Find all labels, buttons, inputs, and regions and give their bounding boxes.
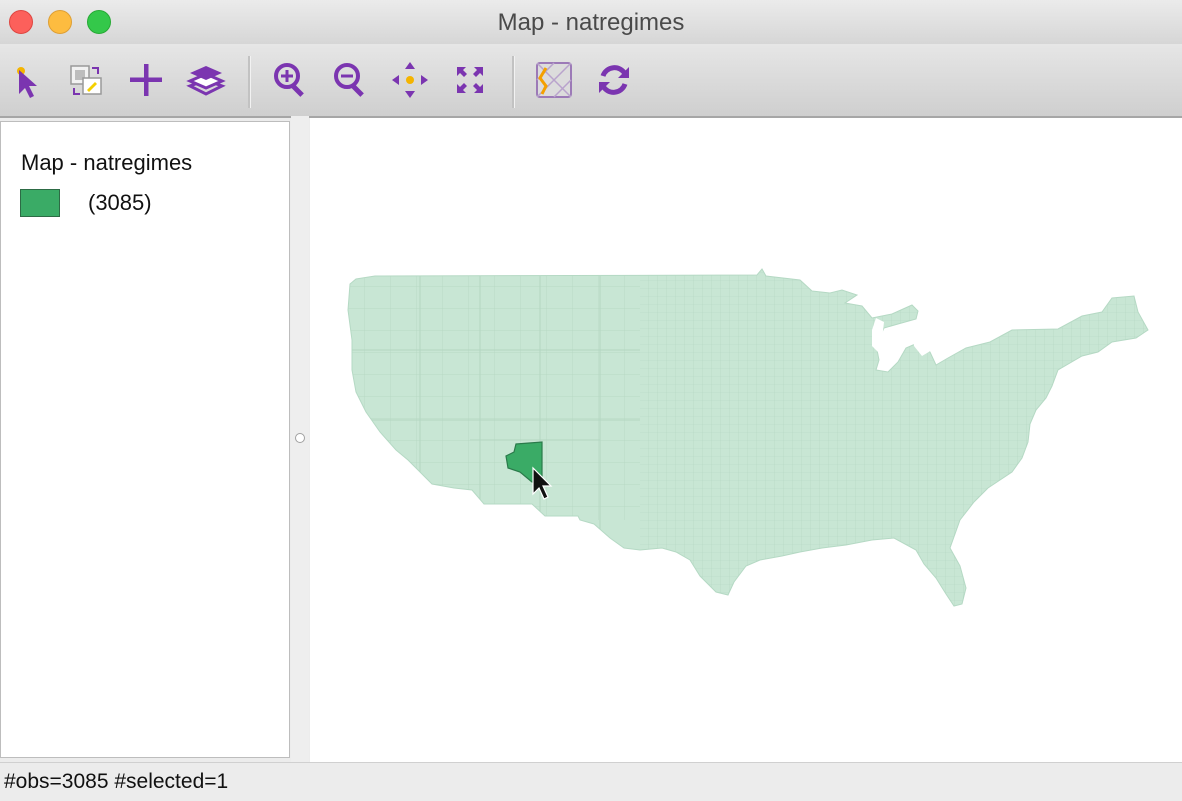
select-tool-button[interactable] bbox=[4, 56, 52, 104]
zoom-out-button[interactable] bbox=[326, 56, 374, 104]
status-bar: #obs=3085 #selected=1 bbox=[0, 762, 1182, 801]
map-canvas[interactable] bbox=[310, 118, 1182, 762]
refresh-icon bbox=[599, 65, 629, 95]
selection-shape-button[interactable] bbox=[62, 56, 110, 104]
add-layer-icon bbox=[130, 64, 162, 96]
zoom-out-icon bbox=[334, 63, 364, 97]
panel-splitter[interactable] bbox=[291, 116, 309, 762]
status-text: #obs=3085 #selected=1 bbox=[4, 770, 229, 793]
zoom-in-icon bbox=[274, 63, 304, 97]
layers-button[interactable] bbox=[182, 56, 230, 104]
pan-button[interactable] bbox=[386, 56, 434, 104]
layers-icon bbox=[186, 66, 226, 96]
splitter-handle[interactable] bbox=[295, 433, 305, 443]
county-boundaries bbox=[348, 269, 1148, 606]
title-bar: Map - natregimes bbox=[0, 0, 1182, 44]
basemap-icon bbox=[536, 62, 572, 98]
refresh-button[interactable] bbox=[590, 56, 638, 104]
legend-panel: Map - natregimes (3085) bbox=[0, 121, 290, 758]
add-layer-button[interactable] bbox=[122, 56, 170, 104]
basemap-button[interactable] bbox=[530, 56, 578, 104]
selection-shape-icon bbox=[70, 65, 102, 95]
full-extent-button[interactable] bbox=[446, 56, 494, 104]
map-toolbar bbox=[0, 44, 1182, 118]
legend-color-swatch[interactable] bbox=[20, 189, 60, 217]
map-svg[interactable] bbox=[310, 118, 1182, 762]
window-title: Map - natregimes bbox=[497, 9, 685, 36]
legend-title: Map - natregimes bbox=[21, 150, 193, 175]
select-pointer-icon bbox=[17, 67, 37, 98]
zoom-in-button[interactable] bbox=[266, 56, 314, 104]
full-extent-icon bbox=[457, 67, 483, 93]
pan-icon bbox=[392, 62, 428, 98]
legend-category-count: (3085) bbox=[88, 190, 152, 215]
